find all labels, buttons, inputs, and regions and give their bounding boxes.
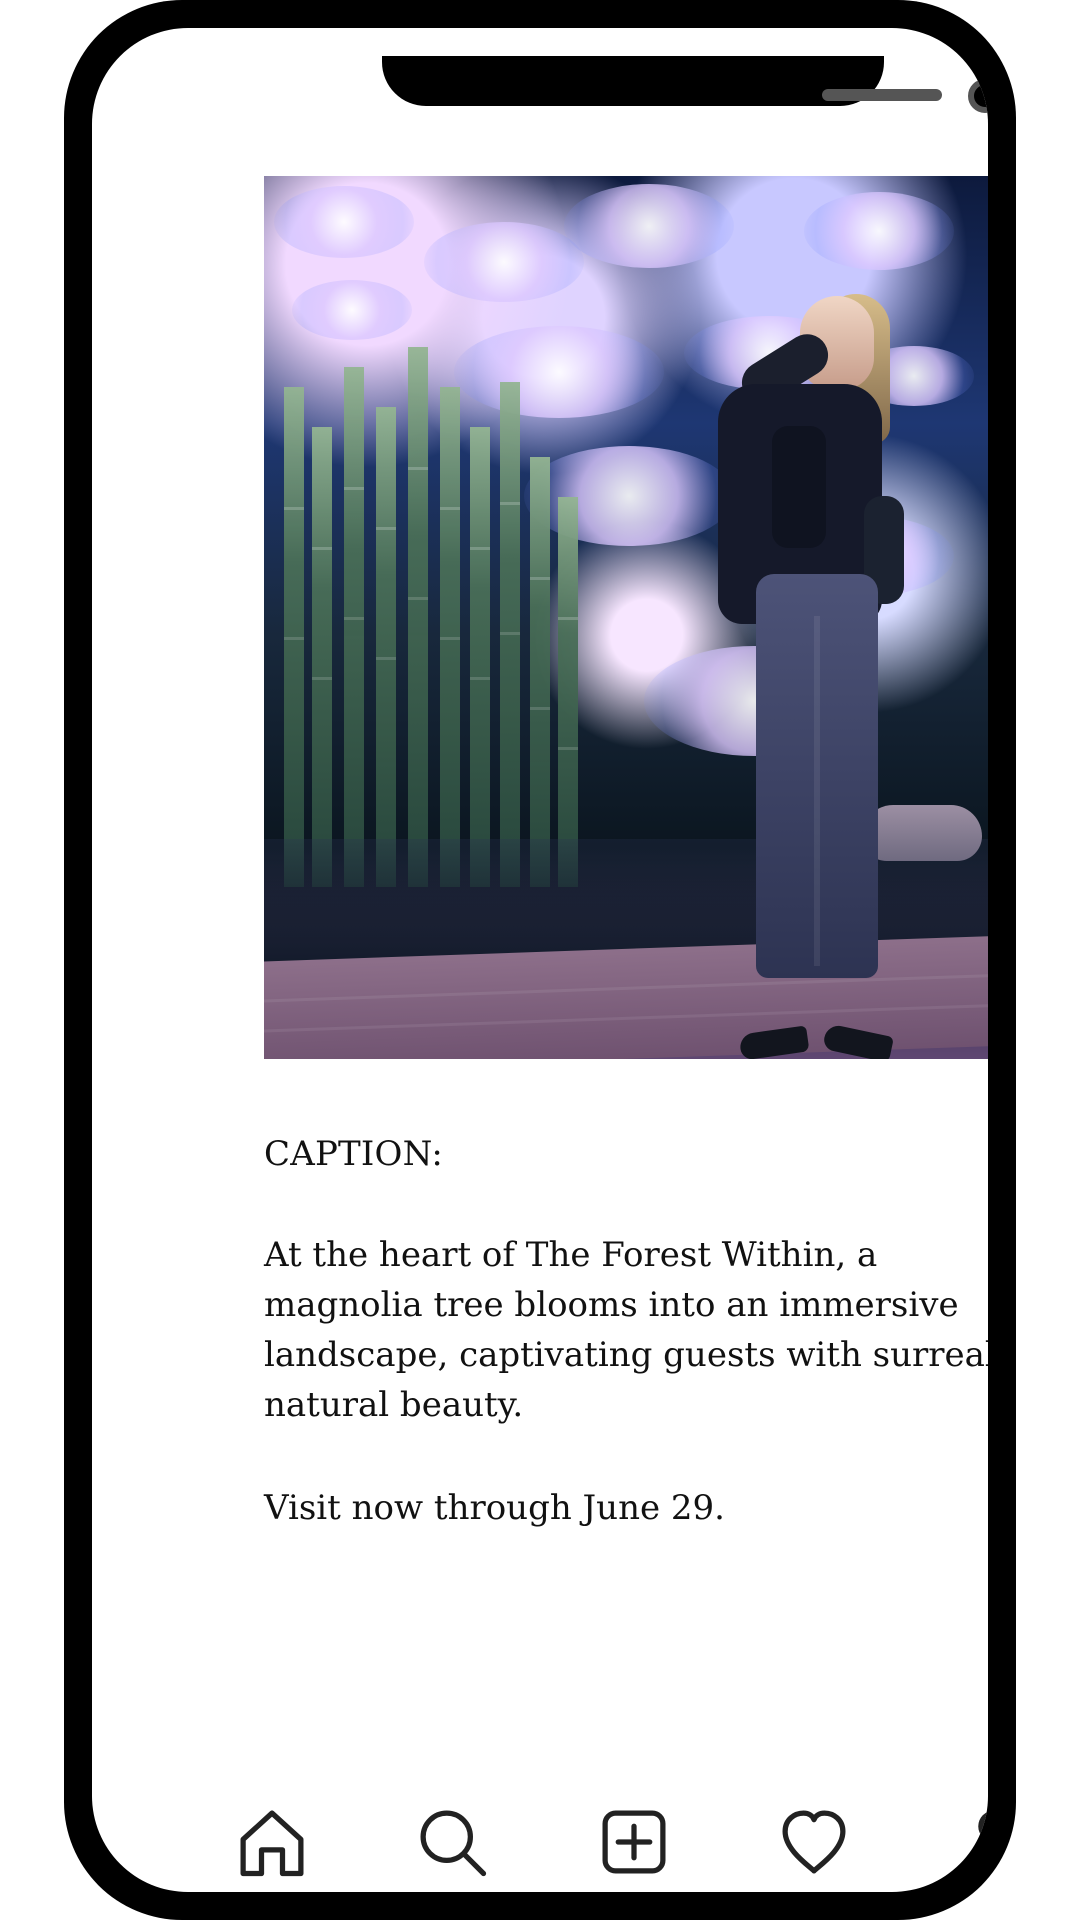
bamboo-stalk bbox=[470, 427, 490, 887]
caption-body: At the heart of The Forest Within, a mag… bbox=[264, 1235, 988, 1425]
bamboo-stalk bbox=[500, 382, 520, 887]
bamboo-stalk bbox=[530, 457, 550, 887]
sky-bloom bbox=[292, 280, 412, 340]
caption-heading: CAPTION: bbox=[264, 1134, 444, 1174]
front-camera bbox=[968, 79, 988, 113]
home-button[interactable] bbox=[230, 1800, 314, 1884]
bamboo-stalk bbox=[408, 347, 428, 887]
bamboo-stalk bbox=[284, 387, 304, 887]
profile-button[interactable] bbox=[952, 1800, 988, 1884]
bamboo-stalk bbox=[344, 367, 364, 887]
heart-icon bbox=[782, 1810, 846, 1874]
right-shoe bbox=[822, 1023, 894, 1059]
search-icon bbox=[420, 1810, 487, 1877]
post-image bbox=[264, 176, 988, 1059]
sky-bloom bbox=[274, 186, 414, 258]
search-button[interactable] bbox=[410, 1800, 494, 1884]
bamboo-stalk bbox=[312, 427, 332, 887]
activity-button[interactable] bbox=[772, 1800, 856, 1884]
phone-screen: CAPTION: At the heart of The Forest With… bbox=[92, 28, 988, 1892]
add-post-icon bbox=[602, 1810, 666, 1874]
trousers bbox=[756, 574, 878, 978]
notch bbox=[382, 56, 988, 113]
caption-dates: Visit now through June 29. bbox=[264, 1488, 725, 1528]
sky-bloom bbox=[564, 184, 734, 268]
bottom-navigation bbox=[184, 1780, 988, 1892]
woman-figure bbox=[674, 294, 914, 1059]
sky-bloom bbox=[424, 222, 584, 302]
profile-icon bbox=[965, 1811, 988, 1874]
create-post-button[interactable] bbox=[592, 1800, 676, 1884]
black-top bbox=[772, 426, 826, 548]
sky-bloom bbox=[454, 326, 664, 418]
bamboo-stalk bbox=[376, 407, 396, 887]
home-icon bbox=[240, 1810, 304, 1877]
phone-frame: CAPTION: At the heart of The Forest With… bbox=[64, 0, 1016, 1920]
left-shoe bbox=[738, 1025, 810, 1059]
bamboo-stalk bbox=[440, 387, 460, 887]
sky-bloom bbox=[804, 192, 954, 270]
speaker-grill bbox=[822, 89, 942, 101]
bamboo-stalk bbox=[558, 497, 578, 887]
